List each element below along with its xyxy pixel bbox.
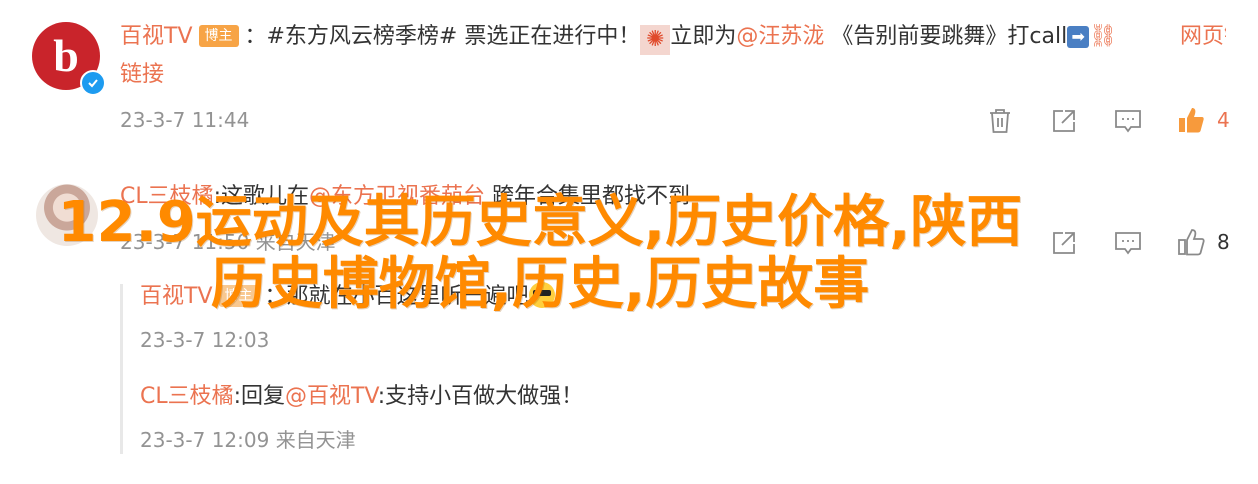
delete-icon[interactable]: [985, 106, 1015, 136]
reply-2-location: 来自天津: [275, 428, 356, 452]
comment-2-like-count: 8: [1217, 230, 1230, 254]
comment-1-body-2: 立即为: [670, 24, 737, 49]
reply-2-timestamp: 23-3-7 12:09: [140, 428, 270, 452]
comment-1-body-1: ：#东方风云榜季榜# 票选正在进行中！: [244, 24, 641, 49]
overlay-caption: 12.9运动及其历史意义,历史价格,陕西 历史博物馆,历史,历史故事: [30, 192, 1050, 316]
comment-1-text: 百视TV 博主 ：#东方风云榜季榜# 票选正在进行中！ ✺ 立即为@汪苏泷 《告别前要跳…: [120, 22, 1117, 55]
like-icon-active[interactable]: [1176, 105, 1206, 135]
comment-1-like-count: 4: [1217, 108, 1230, 132]
comment-icon[interactable]: [1113, 106, 1143, 136]
mention-link[interactable]: @百视TV: [285, 384, 378, 409]
comment-1-username[interactable]: 百视TV: [120, 24, 193, 49]
web-link-label: 网页链接: [1180, 24, 1226, 49]
link-icon: ⛓: [1089, 24, 1118, 49]
overlay-line-1: 12.9运动及其历史意义,历史价格,陕西: [57, 190, 1023, 255]
author-badge: 博主: [198, 25, 239, 47]
overlay-line-2: 历史博物馆,历史,历史故事: [210, 252, 870, 317]
comment-icon[interactable]: [1113, 228, 1143, 258]
web-link-continued[interactable]: 链接: [120, 60, 164, 90]
reply-2-text: CL三枝橘:回复@百视TV:支持小百做大做强！: [140, 382, 583, 412]
avatar-baishitv[interactable]: b: [32, 22, 106, 96]
reply-2-meta: 23-3-7 12:09 来自天津: [140, 426, 356, 454]
reply-2-body-1: :回复: [233, 384, 286, 409]
like-icon[interactable]: [1176, 227, 1206, 257]
web-link[interactable]: 网页链接: [1180, 22, 1226, 52]
share-icon[interactable]: [1049, 228, 1079, 258]
arrow-right-emoji-icon: ➡: [1067, 26, 1090, 48]
reply-1-timestamp: 23-3-7 12:03: [140, 328, 270, 352]
reply-2-body-2: :支持小百做大做强！: [377, 384, 584, 409]
mention-link[interactable]: @汪苏泷: [736, 24, 824, 49]
comment-1-body-3: 《告别前要跳舞》打call: [824, 24, 1068, 49]
fire-emoji-icon: ✺: [640, 25, 671, 55]
share-icon[interactable]: [1049, 106, 1079, 136]
verified-badge-icon: [80, 70, 106, 96]
comment-1-timestamp: 23-3-7 11:44: [120, 108, 250, 132]
reply-2-username[interactable]: CL三枝橘: [140, 384, 234, 409]
